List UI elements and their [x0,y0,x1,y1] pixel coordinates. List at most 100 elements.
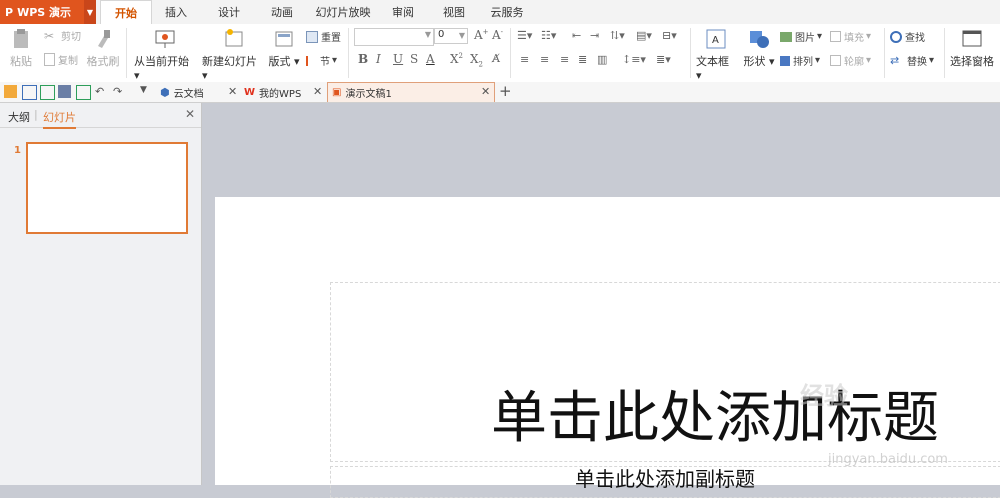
selection-pane-icon [962,30,982,47]
align-center-icon[interactable]: ≡ [540,53,549,66]
tab-animation[interactable]: 动画 [262,0,302,24]
decrease-font-icon[interactable]: A- [492,28,503,42]
font-name-select[interactable]: ▼ [354,28,434,46]
svg-text:A: A [712,35,719,46]
arrange-icon [780,55,790,66]
arrange-button[interactable]: 排列 ▾ [780,53,820,68]
section-button[interactable]: 节 ▾ [306,53,337,68]
scissors-icon: ✂ [44,28,55,43]
open-icon[interactable] [4,85,17,98]
fill-icon [830,31,841,42]
tab-slideshow[interactable]: 幻灯片放映 [312,0,374,24]
replace-button[interactable]: ⇄ 替换 ▾ [890,53,934,69]
superscript-icon[interactable]: X2 [450,52,463,66]
outline-icon [830,55,841,66]
justify-icon[interactable]: ≣ [578,53,587,66]
font-color-icon[interactable]: A [426,52,435,66]
title-placeholder-text[interactable]: 单击此处添加标题 [330,388,1000,450]
increase-font-icon[interactable]: A+ [474,28,489,42]
watermark-text: 经验 [800,382,848,410]
outline-button[interactable]: 轮廓 ▾ [830,53,871,68]
new-tab-plus-icon[interactable]: + [499,82,512,100]
strikethrough-icon[interactable]: S [410,52,418,66]
italic-icon[interactable]: I [376,52,381,66]
tab-slides[interactable]: 幻灯片 [43,109,76,129]
paste-icon [14,29,28,48]
customize-dropdown-icon[interactable]: ▼ [140,85,153,98]
slide-thumbnail[interactable] [26,142,188,234]
tab-review[interactable]: 审阅 [384,0,422,24]
quick-access-bar: ↶ ↷ ▼ ⬢ 云文档 ✕ W 我的WPS ✕ ▣ 演示文稿1 ✕ + [0,82,1000,103]
picture-button[interactable]: 图片 ▾ [780,29,822,44]
bold-icon[interactable]: B [358,52,368,66]
tab-outline[interactable]: 大纲 [8,109,30,125]
divider [690,28,691,78]
fill-button[interactable]: 填充 ▾ [830,29,871,44]
app-menu-button[interactable]: P WPS 演示 [0,0,84,24]
text-box-button[interactable]: A 文本框 ▾ [696,28,736,82]
wps-logo-icon: P [5,5,14,19]
subscript-icon[interactable]: X2 [470,52,483,68]
cut-button[interactable]: ✂ 剪切 [44,28,81,44]
numbered-list-icon[interactable]: ☷▾ [541,29,556,42]
text-direction-icon[interactable]: ⇅▾ [610,29,625,42]
tab-design[interactable]: 设计 [208,0,250,24]
section-icon [306,55,317,66]
divider: | [34,108,38,121]
close-icon[interactable]: ✕ [185,107,195,121]
copy-button[interactable]: 复制 [44,52,78,67]
divider [944,28,945,78]
presentation-file-icon: ▣ [332,87,342,98]
align-right-icon[interactable]: ≡ [560,53,569,66]
underline-icon[interactable]: U [393,52,403,66]
save-icon[interactable] [22,85,37,100]
decrease-indent-icon[interactable]: ⇤ [572,29,581,42]
find-button[interactable]: 查找 [890,29,925,44]
start-from-current-button[interactable]: 从当前开始 ▾ [134,28,196,82]
print-icon[interactable] [58,85,71,98]
shape-icon [750,31,769,48]
tab-home[interactable]: 开始 [100,0,152,25]
paragraph-spacing-icon[interactable]: ≣▾ [656,53,671,66]
distributed-icon[interactable]: ▥ [597,53,607,66]
close-icon[interactable]: ✕ [228,85,237,98]
undo-icon[interactable]: ↶ [95,85,108,98]
align-text-icon[interactable]: ⊟▾ [662,29,677,42]
new-slide-button[interactable]: 新建幻灯片 ▾ [202,28,266,82]
slides-panel: 大纲 | 幻灯片 ✕ 1 [0,103,202,485]
format-painter-button[interactable]: 格式刷 [86,28,120,69]
font-size-select[interactable]: 0 ▼ [434,28,468,44]
close-icon[interactable]: ✕ [313,85,322,98]
clear-format-icon[interactable]: A̸ [492,52,500,65]
doc-tab-presentation1[interactable]: ▣ 演示文稿1 [327,82,495,102]
new-slide-icon [225,29,243,47]
line-spacing-icon[interactable]: ↕≡▾ [622,53,646,66]
column-icon[interactable]: ▤▾ [636,29,652,42]
panel-header: 大纲 | 幻灯片 ✕ [0,103,201,129]
tab-view[interactable]: 视图 [434,0,474,24]
close-icon[interactable]: ✕ [481,85,490,98]
reset-icon [306,30,318,43]
paste-button[interactable]: 粘贴 [6,28,36,69]
tab-cloud-service[interactable]: 云服务 [485,0,529,24]
copy-icon [44,53,55,66]
redo-icon[interactable]: ↷ [113,85,126,98]
ribbon: 粘贴 ✂ 剪切 复制 格式刷 从当前开始 ▾ 新建幻灯片 ▾ 版式 ▾ 重置 节 ▾… [0,24,1000,83]
preview-icon[interactable] [76,85,91,100]
selection-pane-button[interactable]: 选择窗格 [948,28,996,69]
export-icon[interactable] [40,85,55,100]
reset-button[interactable]: 重置 [306,29,341,44]
align-left-icon[interactable]: ≡ [520,53,529,66]
app-name: WPS 演示 [17,6,72,19]
layout-button[interactable]: 版式 ▾ [268,28,300,69]
tab-insert[interactable]: 插入 [155,0,197,24]
bullet-list-icon[interactable]: ☰▾ [517,29,532,42]
subtitle-placeholder-text[interactable]: 单击此处添加副标题 [330,467,1000,491]
app-menu-dropdown-icon[interactable]: ▼ [84,0,96,24]
picture-icon [780,31,792,42]
divider [126,28,127,78]
increase-indent-icon[interactable]: ⇥ [590,29,599,42]
shape-button[interactable]: 形状 ▾ [742,28,776,69]
text-box-icon: A [706,29,726,49]
wps-w-icon: W [244,86,256,98]
